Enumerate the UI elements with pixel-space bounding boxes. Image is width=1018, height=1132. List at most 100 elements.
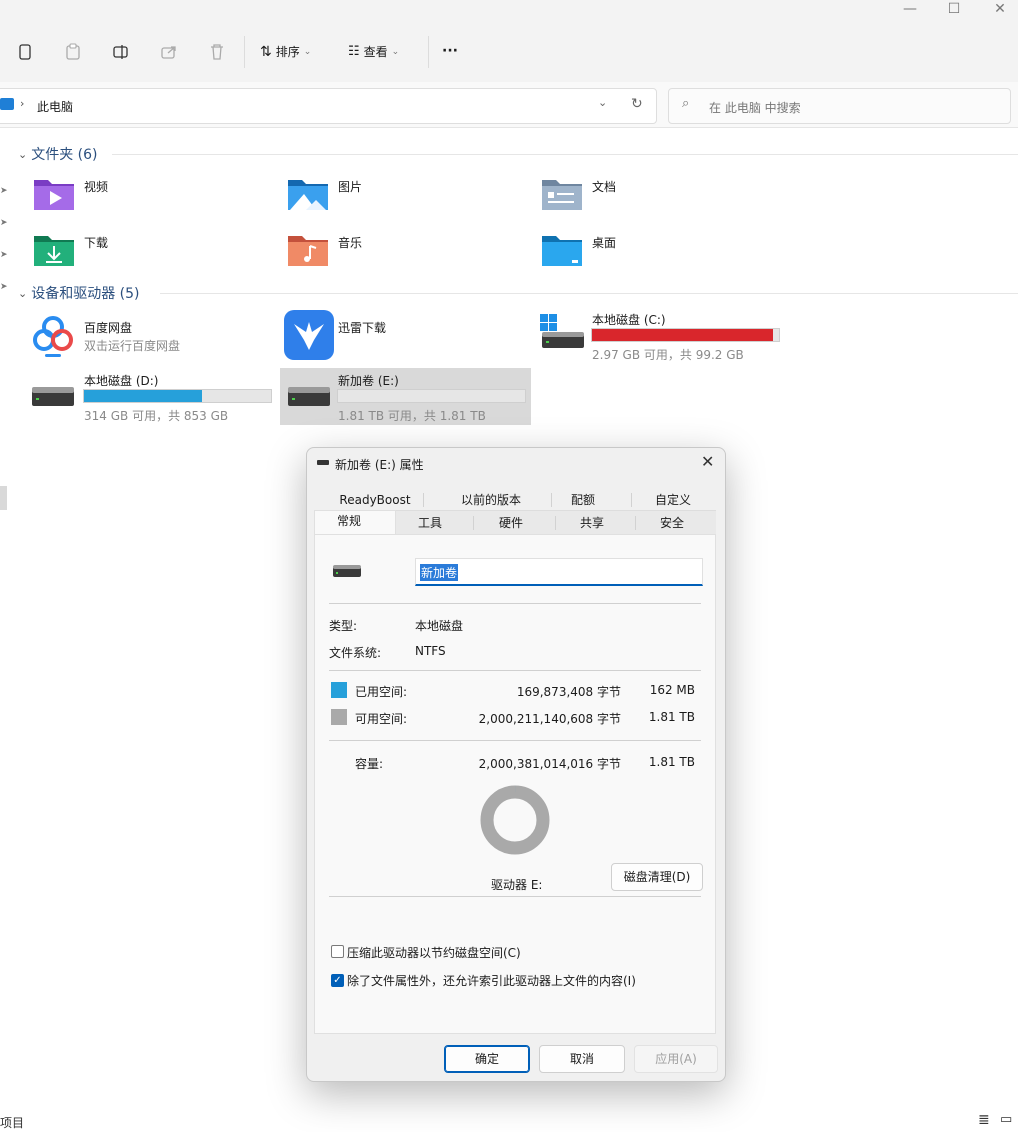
- tab-divider: [635, 516, 636, 530]
- tab-general[interactable]: 常规: [314, 511, 384, 531]
- cancel-button[interactable]: 取消: [539, 1045, 625, 1073]
- drive-space: 1.81 TB 可用，共 1.81 TB: [338, 409, 486, 423]
- tab-tools[interactable]: 工具: [397, 513, 463, 533]
- folder-tile[interactable]: [540, 230, 584, 271]
- disk-usage-ring: [479, 784, 551, 859]
- downloads-folder-icon: [34, 236, 74, 266]
- drive-d-usage-fill: [84, 390, 202, 402]
- free-space-label: 可用空间:: [355, 712, 408, 726]
- volume-name-value: 新加卷: [420, 564, 459, 581]
- drive-space: 314 GB 可用，共 853 GB: [84, 409, 229, 423]
- share-icon[interactable]: [158, 41, 180, 63]
- address-dropdown-icon[interactable]: ⌄: [598, 96, 607, 109]
- refresh-icon[interactable]: ↻: [631, 96, 643, 112]
- drive-d-icon[interactable]: [30, 382, 76, 413]
- drive-large-icon: [333, 564, 361, 581]
- search-input[interactable]: 在 此电脑 中搜索: [709, 99, 801, 116]
- capacity-size: 1.81 TB: [648, 755, 695, 769]
- view-button[interactable]: ☷ 查看 ⌄: [348, 43, 399, 60]
- folder-tile[interactable]: [286, 174, 330, 215]
- tab-divider: [555, 516, 556, 530]
- folder-tile[interactable]: [32, 174, 76, 215]
- drive-c-usage-bar: [591, 328, 780, 342]
- tab-customize[interactable]: 自定义: [643, 490, 703, 510]
- devices-header[interactable]: ⌄ 设备和驱动器 (5): [18, 283, 140, 303]
- folder-label: 文档: [592, 180, 617, 194]
- folder-label: 音乐: [338, 236, 363, 250]
- tab-security[interactable]: 安全: [639, 513, 705, 533]
- ok-button[interactable]: 确定: [444, 1045, 530, 1073]
- address-bar[interactable]: [0, 88, 657, 124]
- more-options-button[interactable]: ···: [442, 43, 458, 59]
- videos-folder-icon: [34, 180, 74, 210]
- music-folder-icon: [288, 236, 328, 266]
- used-space-size: 162 MB: [649, 683, 695, 697]
- view-label: 查看: [363, 45, 388, 59]
- chevron-down-icon: ⌄: [18, 147, 28, 161]
- documents-folder-icon: [542, 180, 582, 210]
- apply-button[interactable]: 应用(A): [634, 1045, 718, 1073]
- pin-icon: ➤: [0, 218, 8, 228]
- drive-d-usage-bar: [83, 389, 272, 403]
- divider: [329, 896, 701, 897]
- drive-letter-label: 驱动器 E:: [491, 878, 543, 892]
- pictures-folder-icon: [288, 180, 328, 210]
- breadcrumb[interactable]: 此电脑: [37, 98, 73, 115]
- details-view-icon[interactable]: ≣: [978, 1112, 990, 1128]
- free-space-swatch: [331, 709, 347, 725]
- title-bar: [0, 0, 1018, 26]
- breadcrumb-chevron-icon: ›: [20, 97, 25, 110]
- drive-c-icon[interactable]: [540, 312, 586, 355]
- xunlei-icon[interactable]: [284, 310, 334, 360]
- divider: [329, 603, 701, 604]
- used-space-label: 已用空间:: [355, 685, 408, 699]
- app-label: 百度网盘: [84, 321, 133, 335]
- divider: [329, 740, 701, 741]
- close-icon[interactable]: ✕: [701, 452, 714, 471]
- folder-label: 图片: [338, 180, 363, 194]
- toolbar-divider: [428, 36, 429, 68]
- app-description: 双击运行百度网盘: [84, 339, 181, 353]
- tab-sharing[interactable]: 共享: [559, 513, 625, 533]
- copy-icon[interactable]: [14, 41, 36, 63]
- maximize-button[interactable]: ☐: [934, 0, 974, 18]
- tab-hardware[interactable]: 硬件: [477, 513, 545, 533]
- nav-selection: [0, 486, 7, 510]
- folder-label: 视频: [84, 180, 109, 194]
- drive-label: 本地磁盘 (D:): [84, 374, 159, 388]
- compress-checkbox[interactable]: [331, 945, 344, 958]
- folder-tile[interactable]: [540, 174, 584, 215]
- tab-divider: [473, 516, 474, 530]
- chevron-down-icon: ⌄: [303, 46, 312, 57]
- sort-button[interactable]: ⇅ 排序 ⌄: [260, 43, 311, 60]
- disk-cleanup-button[interactable]: 磁盘清理(D): [611, 863, 703, 891]
- free-space-size: 1.81 TB: [648, 710, 695, 724]
- folder-tile[interactable]: [32, 230, 76, 271]
- compress-label: 压缩此驱动器以节约磁盘空间(C): [347, 946, 521, 960]
- tab-divider: [423, 493, 424, 507]
- tab-divider: [631, 493, 632, 507]
- folder-tile[interactable]: [286, 230, 330, 271]
- minimize-button[interactable]: —: [890, 0, 930, 18]
- tiles-view-icon[interactable]: ▭: [1000, 1112, 1012, 1127]
- folders-header-label: 文件夹 (6): [31, 147, 98, 163]
- section-divider: [160, 293, 1018, 294]
- folder-label: 桌面: [592, 236, 617, 250]
- tab-quota[interactable]: 配额: [555, 490, 611, 510]
- delete-icon[interactable]: [206, 41, 228, 63]
- ring-free-segment: [480, 785, 550, 855]
- rename-icon[interactable]: [110, 41, 132, 63]
- index-checkbox[interactable]: ✓: [331, 974, 344, 987]
- paste-icon[interactable]: [62, 41, 84, 63]
- tab-previous-versions[interactable]: 以前的版本: [441, 490, 541, 510]
- folders-header[interactable]: ⌄ 文件夹 (6): [18, 144, 98, 164]
- drive-label: 本地磁盘 (C:): [592, 313, 666, 327]
- close-window-button[interactable]: ✕: [980, 0, 1018, 18]
- baidu-netdisk-icon[interactable]: [28, 310, 78, 360]
- computer-icon: [0, 98, 14, 110]
- type-value: 本地磁盘: [415, 619, 464, 633]
- drive-small-icon: [317, 460, 329, 465]
- volume-name-input[interactable]: 新加卷: [415, 558, 703, 586]
- drive-space: 2.97 GB 可用，共 99.2 GB: [592, 348, 744, 362]
- tab-readyboost[interactable]: ReadyBoost: [329, 490, 421, 510]
